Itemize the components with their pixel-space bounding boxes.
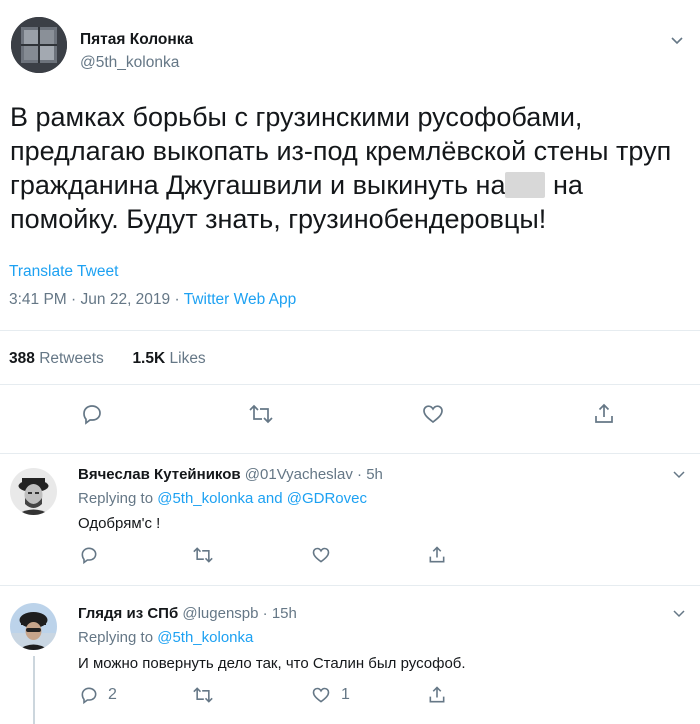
reply-text: Одобрям'с ! (78, 515, 161, 532)
chevron-down-icon[interactable] (670, 36, 684, 46)
tweet-source[interactable]: Twitter Web App (184, 291, 297, 308)
reply-icon (81, 687, 97, 705)
reply-icon (83, 405, 101, 425)
avatar-image (11, 17, 67, 73)
divider (0, 384, 700, 385)
reply-actions (0, 545, 700, 575)
author-handle[interactable]: @01Vyacheslav (245, 466, 353, 483)
censored-word (505, 172, 546, 198)
share-button[interactable] (592, 402, 616, 426)
reply-button[interactable] (80, 402, 104, 426)
author-name[interactable]: Пятая Колонка (80, 31, 193, 49)
replying-to: Replying to @5th_kolonka (78, 629, 253, 646)
meta-dot: · (71, 291, 77, 308)
meta-dot: · (357, 466, 363, 483)
retweets-stat[interactable]: 388 Retweets (9, 350, 104, 367)
replying-and: and (257, 490, 283, 507)
meta-dot: · (174, 291, 180, 308)
share-icon (429, 686, 445, 703)
retweet-icon (193, 687, 213, 703)
like-button[interactable] (421, 402, 445, 426)
avatar-image (10, 603, 57, 650)
reply-header: Вячеслав Кутейников @01Vyacheslav · 5h (78, 466, 383, 483)
share-icon (595, 403, 613, 423)
meta-dot: · (262, 605, 268, 622)
retweet-icon (249, 404, 273, 424)
author-name[interactable]: Глядя из СПб (78, 605, 178, 622)
replying-to: Replying to @5th_kolonka and @GDRovec (78, 490, 367, 507)
replying-prefix: Replying to (78, 490, 154, 507)
main-tweet: Пятая Колонка @5th_kolonka В рамках борь… (0, 0, 700, 453)
share-icon (429, 546, 445, 563)
tweet-stats: 388 Retweets 1.5K Likes (9, 350, 206, 368)
avatar[interactable] (10, 603, 57, 650)
tweet-meta: 3:41 PM · Jun 22, 2019 · Twitter Web App (9, 291, 296, 309)
author-handle[interactable]: @5th_kolonka (80, 54, 179, 72)
avatar[interactable] (10, 468, 57, 515)
reply-tweet[interactable]: Глядя из СПб @lugenspb · 15h Replying to… (0, 586, 700, 724)
heart-icon (423, 405, 443, 424)
retweets-label: Retweets (39, 350, 104, 367)
mention-link[interactable]: @5th_kolonka (157, 629, 253, 646)
reply-time[interactable]: 5h (366, 466, 383, 483)
mention-link[interactable]: @5th_kolonka (157, 490, 253, 507)
reply-tweet[interactable]: Вячеслав Кутейников @01Vyacheslav · 5h R… (0, 454, 700, 585)
reply-text: И можно повернуть дело так, что Сталин б… (78, 655, 466, 672)
retweet-button[interactable] (191, 545, 215, 565)
avatar[interactable] (11, 17, 67, 73)
reply-button[interactable]: 2 (79, 685, 117, 705)
mention-link[interactable]: @GDRovec (287, 490, 367, 507)
likes-count: 1.5K (132, 350, 166, 367)
tweet-time[interactable]: 3:41 PM (9, 291, 67, 308)
translate-tweet-link[interactable]: Translate Tweet (9, 263, 118, 281)
share-button[interactable] (427, 685, 447, 705)
chevron-down-icon[interactable] (672, 470, 686, 480)
likes-stat[interactable]: 1.5K Likes (132, 350, 205, 367)
reply-button[interactable] (79, 545, 107, 565)
author-handle[interactable]: @lugenspb (182, 605, 258, 622)
heart-icon (312, 547, 330, 563)
reply-count: 2 (108, 686, 117, 703)
like-button[interactable] (311, 545, 339, 565)
likes-label: Likes (169, 350, 206, 367)
retweets-count: 388 (9, 350, 35, 367)
share-button[interactable] (427, 545, 447, 565)
reply-actions: 2 1 (0, 685, 700, 715)
heart-icon (312, 687, 330, 703)
author-name[interactable]: Вячеслав Кутейников (78, 466, 241, 483)
like-button[interactable]: 1 (311, 685, 350, 705)
replying-prefix: Replying to (78, 629, 154, 646)
retweet-button[interactable] (247, 402, 275, 426)
tweet-date[interactable]: Jun 22, 2019 (81, 291, 171, 308)
divider (0, 330, 700, 331)
like-count: 1 (341, 686, 350, 703)
retweet-button[interactable] (191, 685, 215, 705)
retweet-icon (193, 547, 213, 563)
chevron-down-icon[interactable] (672, 609, 686, 619)
reply-icon (81, 547, 97, 565)
tweet-actions (0, 402, 700, 432)
reply-header: Глядя из СПб @lugenspb · 15h (78, 605, 297, 622)
reply-time[interactable]: 15h (272, 605, 297, 622)
tweet-text: В рамках борьбы с грузинскими русофобами… (10, 100, 690, 236)
avatar-image (10, 468, 57, 515)
